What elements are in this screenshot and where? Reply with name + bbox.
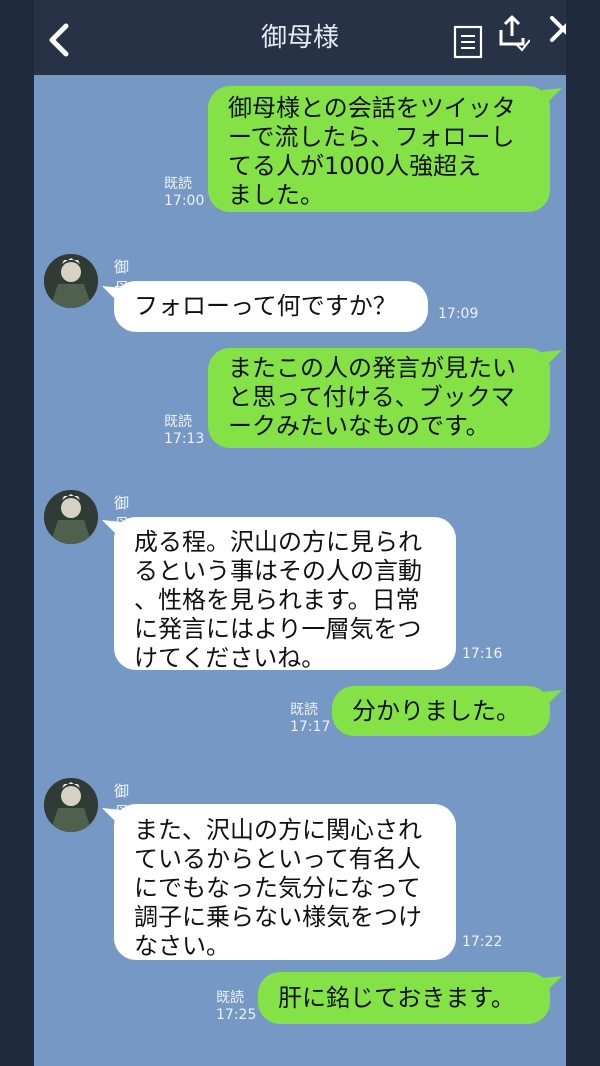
read-receipt: 既読 17:00 — [164, 176, 205, 209]
close-icon[interactable] — [546, 12, 566, 46]
share-icon[interactable] — [496, 14, 530, 52]
message-bubble[interactable]: 御母様との会話をツイッタ ーで流したら、フォローし てる人が1000人強超え ま… — [208, 86, 550, 212]
chat-title: 御母様 — [260, 23, 339, 53]
message-bubble[interactable]: またこの人の発言が見たい と思って付ける、ブックマ ークみたいなものです。 — [208, 348, 550, 448]
avatar[interactable] — [44, 490, 98, 544]
message-time: 17:09 — [438, 306, 479, 322]
chat-screen: 御母様 既読 17:00 御母様との会話をツイッタ ーで流したら、フォローし て… — [34, 0, 566, 1066]
message-time: 17:16 — [462, 646, 503, 662]
message-time: 17:22 — [462, 934, 503, 950]
read-receipt: 既読 17:17 — [290, 702, 331, 735]
message-bubble[interactable]: フォローって何ですか？ — [114, 281, 428, 332]
avatar[interactable] — [44, 254, 98, 308]
message-bubble[interactable]: 分かりました。 — [332, 686, 550, 736]
message-bubble[interactable]: 肝に銘じておきます。 — [258, 972, 550, 1024]
read-receipt: 既読 17:25 — [216, 990, 257, 1023]
chat-header: 御母様 — [34, 0, 566, 75]
read-receipt: 既読 17:13 — [164, 414, 205, 447]
message-bubble[interactable]: また、沢山の方に関心され ているからといって有名人 にでもなった気分になって 調… — [114, 804, 456, 960]
message-bubble[interactable]: 成る程。沢山の方に見られ るという事はその人の言動 、性格を見られます。日常 に… — [114, 517, 456, 672]
menu-icon[interactable] — [452, 24, 484, 60]
avatar[interactable] — [44, 778, 98, 832]
